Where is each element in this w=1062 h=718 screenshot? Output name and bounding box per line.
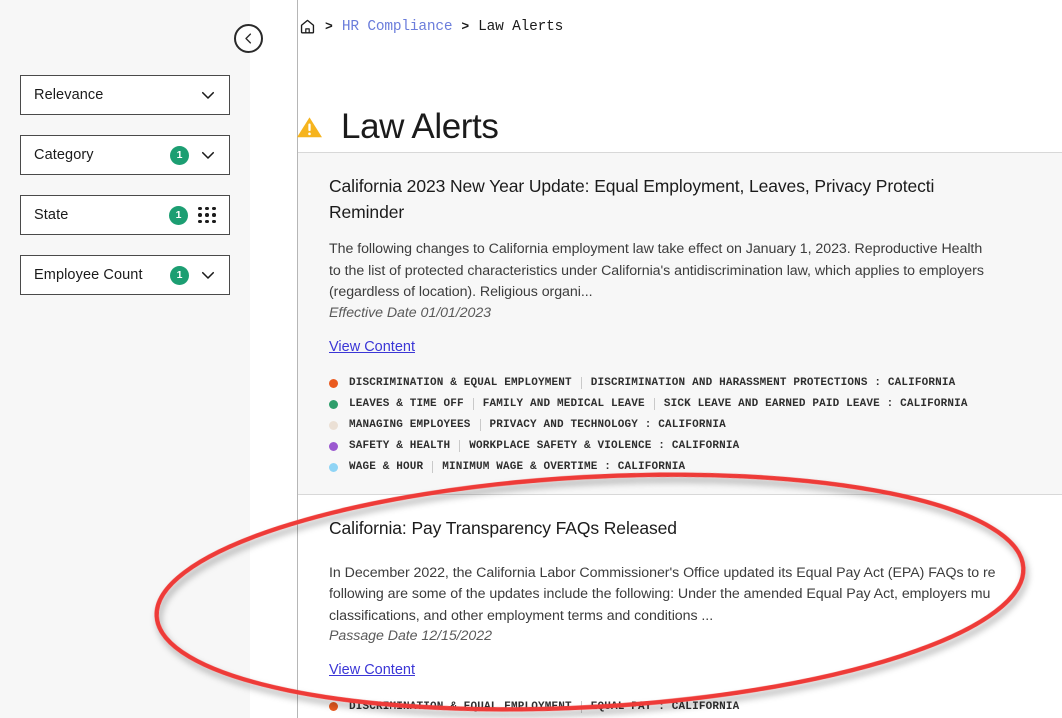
tag-color-dot [329, 462, 338, 472]
tag-detail-2: SICK LEAVE AND EARNED PAID LEAVE : CALIF… [663, 398, 968, 410]
tag-separator [459, 440, 461, 452]
filter-category[interactable]: Category 1 [20, 135, 230, 175]
view-content-link[interactable]: View Content [329, 662, 415, 678]
tag-separator [479, 419, 481, 431]
tag-detail: WORKPLACE SAFETY & VIOLENCE : CALIFORNIA [469, 440, 740, 452]
tag-separator [580, 700, 582, 713]
page-title: Law Alerts [341, 107, 499, 147]
page-title-row: Law Alerts [296, 84, 499, 171]
filter-list: Relevance Category 1 State 1 Employee Co… [0, 0, 250, 295]
filter-employee-count[interactable]: Employee Count 1 [20, 255, 230, 295]
breadcrumb-item-law-alerts: Law Alerts [478, 18, 564, 35]
breadcrumb-separator: > [461, 19, 470, 34]
tag-color-dot [329, 378, 338, 388]
law-alert-card[interactable]: California 2023 New Year Update: Equal E… [297, 152, 1062, 495]
card-tag-list: DISCRIMINATION & EQUAL EMPLOYMENT EQUAL … [329, 696, 1062, 718]
card-effective-date: Effective Date 01/01/2023 [329, 304, 492, 321]
tag-detail: PRIVACY AND TECHNOLOGY : CALIFORNIA [489, 419, 726, 431]
tag-detail: EQUAL PAY : CALIFORNIA [590, 700, 740, 713]
tag-separator [580, 377, 582, 389]
app-root: Relevance Category 1 State 1 Employee Co… [0, 0, 1062, 718]
filter-label: Relevance [34, 87, 104, 103]
card-tag[interactable]: DISCRIMINATION & EQUAL EMPLOYMENT EQUAL … [329, 696, 1062, 717]
tag-category: LEAVES & TIME OFF [349, 398, 464, 410]
tag-color-dot [329, 702, 338, 711]
tag-color-dot [329, 420, 338, 430]
card-body-line3: (regardless of location). Religious orga… [329, 284, 593, 300]
card-tag[interactable]: MANAGING EMPLOYEES PRIVACY AND TECHNOLOG… [329, 415, 1062, 436]
chevron-left-icon [245, 33, 252, 44]
tag-detail: DISCRIMINATION AND HARASSMENT PROTECTION… [590, 377, 956, 389]
card-body-line2: following are some of the updates includ… [329, 586, 991, 602]
card-tag[interactable]: SAFETY & HEALTH WORKPLACE SAFETY & VIOLE… [329, 436, 1062, 457]
card-title-line2: Reminder [329, 202, 405, 222]
filter-count-badge: 1 [169, 205, 188, 225]
filter-state[interactable]: State 1 [20, 195, 230, 235]
chevron-down-icon [201, 151, 215, 159]
card-tag[interactable]: DISCRIMINATION & EQUAL EMPLOYMENT DISCRI… [329, 373, 1062, 394]
card-body-line2: to the list of protected characteristics… [329, 262, 984, 279]
card-title: California: Pay Transparency FAQs Releas… [329, 517, 677, 538]
card-title: California 2023 New Year Update: Equal E… [329, 173, 1062, 225]
card-body-line1: In December 2022, the California Labor C… [329, 564, 996, 581]
tag-color-dot [329, 441, 338, 451]
tag-separator [432, 461, 434, 473]
card-body: The following changes to California empl… [329, 239, 1062, 304]
card-tag[interactable]: LEAVES & TIME OFF FAMILY AND MEDICAL LEA… [329, 394, 1062, 415]
filter-relevance[interactable]: Relevance [20, 75, 230, 115]
filter-count-badge: 1 [170, 265, 189, 285]
tag-category: MANAGING EMPLOYEES [349, 419, 471, 431]
tag-separator [472, 398, 474, 410]
sidebar-collapse-button[interactable] [234, 24, 263, 53]
card-body-line3: classifications, and other employment te… [329, 607, 714, 624]
tag-category: DISCRIMINATION & EQUAL EMPLOYMENT [349, 377, 572, 389]
card-body: In December 2022, the California Labor C… [329, 563, 1062, 628]
view-content-link[interactable]: View Content [329, 339, 415, 355]
home-icon[interactable] [299, 18, 316, 35]
card-tag-list: DISCRIMINATION & EQUAL EMPLOYMENT DISCRI… [329, 373, 1062, 478]
breadcrumb: > HR Compliance > Law Alerts [299, 18, 563, 35]
card-body-line1: The following changes to California empl… [329, 241, 983, 257]
card-passage-date: Passage Date 12/15/2022 [329, 628, 492, 644]
warning-triangle-icon [297, 117, 322, 138]
filter-label: State [34, 207, 69, 223]
law-alert-card[interactable]: California: Pay Transparency FAQs Releas… [297, 494, 1062, 718]
tag-category: WAGE & HOUR [349, 461, 424, 473]
chevron-down-icon [201, 271, 215, 279]
filter-count-badge: 1 [170, 145, 189, 165]
tag-separator [653, 398, 655, 410]
tag-color-dot [329, 399, 338, 409]
card-tag[interactable]: WAGE & HOUR MINIMUM WAGE & OVERTIME : CA… [329, 457, 1062, 478]
filter-sidebar: Relevance Category 1 State 1 Employee Co… [0, 0, 250, 718]
filter-label: Employee Count [34, 267, 143, 283]
chevron-down-icon [201, 91, 215, 99]
filter-label: Category [34, 147, 94, 163]
breadcrumb-separator: > [325, 19, 333, 34]
law-alerts-list: California 2023 New Year Update: Equal E… [297, 152, 1062, 718]
card-title-line1: California 2023 New Year Update: Equal E… [329, 176, 935, 196]
grid-dots-icon [198, 206, 217, 224]
tag-category: DISCRIMINATION & EQUAL EMPLOYMENT [349, 700, 572, 713]
tag-detail: FAMILY AND MEDICAL LEAVE [482, 398, 645, 410]
tag-detail: MINIMUM WAGE & OVERTIME : CALIFORNIA [442, 461, 686, 473]
tag-category: SAFETY & HEALTH [349, 440, 451, 452]
breadcrumb-item-hr-compliance[interactable]: HR Compliance [342, 19, 453, 35]
